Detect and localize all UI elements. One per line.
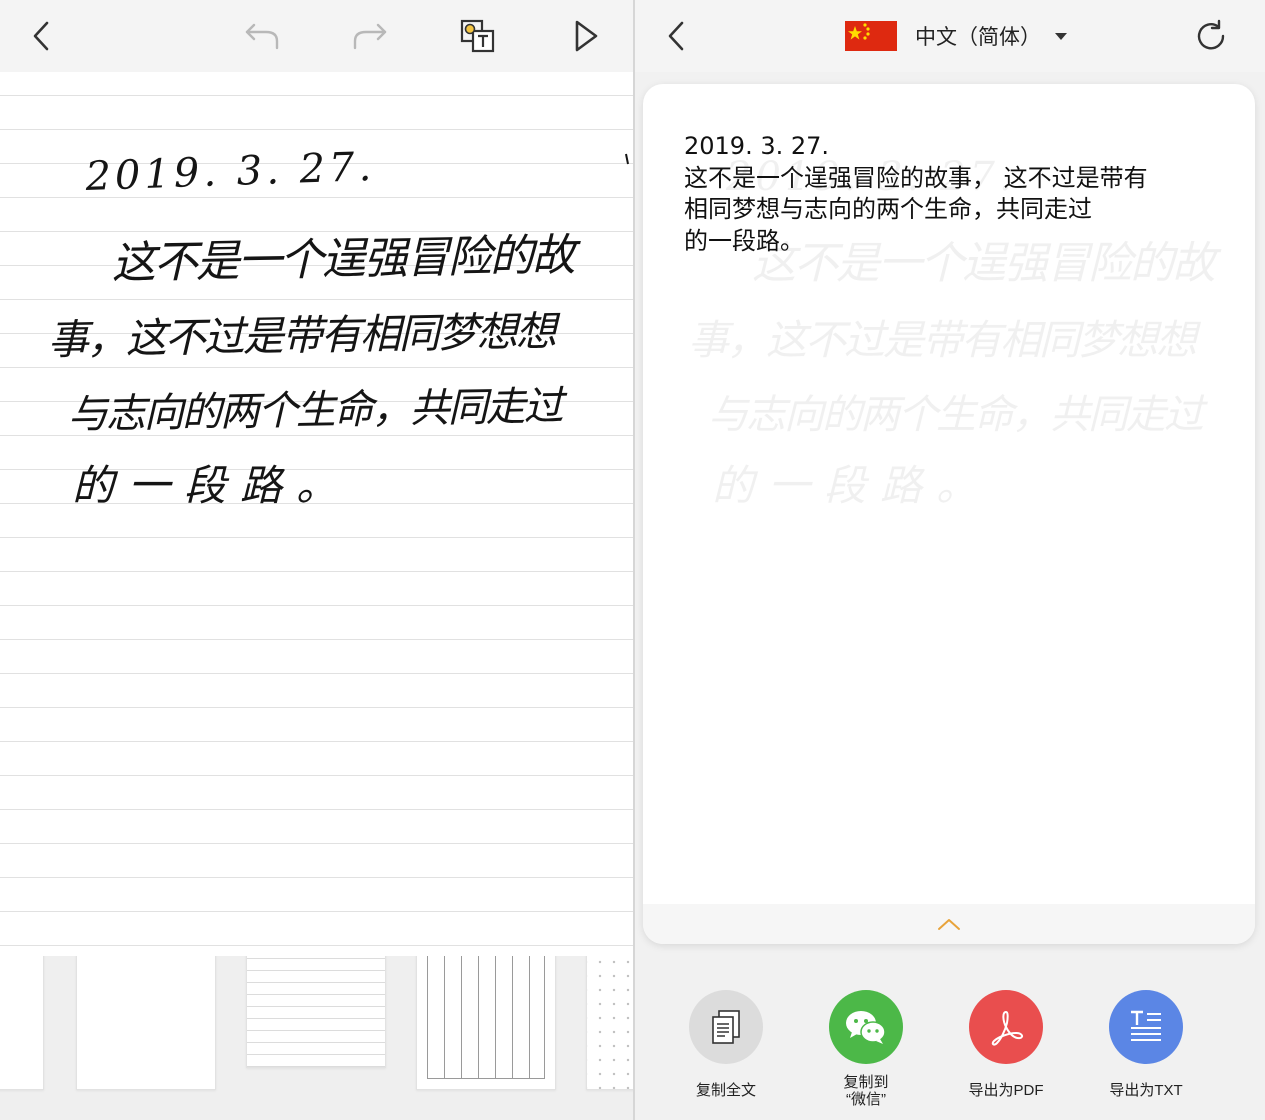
ocr-recognize-button[interactable] (456, 14, 500, 58)
result-back-button[interactable] (655, 14, 699, 58)
back-icon (668, 21, 684, 51)
handwriting-line-4: 与志向的两个生命，共同走过 (67, 383, 569, 438)
copy-all-label: 复制全文 (695, 1082, 756, 1099)
handwriting-line-1: 2019. 3. 27. (84, 144, 376, 200)
editor-pane: 2019. 3. 27. 这不是一个逞强冒险的故 事，这不过是带有相同梦想想 与… (0, 0, 633, 1120)
refresh-button[interactable] (1189, 14, 1233, 58)
handwriting-line-3: 事，这不过是带有相同梦想想 (47, 307, 562, 364)
copy-all-button[interactable]: 复制全文 (656, 990, 796, 1099)
wechat-icon (846, 1011, 886, 1044)
copy-all-circle (689, 990, 763, 1064)
refresh-icon (1197, 19, 1225, 50)
play-icon (575, 20, 598, 52)
export-txt-circle (1109, 990, 1183, 1064)
paper-template-strip (0, 956, 633, 1120)
redo-icon (353, 23, 387, 50)
back-icon (33, 21, 49, 51)
handwriting-line-2: 这不是一个逞强冒险的故 (111, 230, 582, 289)
export-txt-label: 导出为TXT (1109, 1082, 1183, 1099)
result-toolbar: 中文（简体） (635, 0, 1265, 72)
expand-handle[interactable] (643, 904, 1255, 944)
blank-template[interactable] (76, 956, 216, 1090)
svg-text:与志向的两个生命，共同走过: 与志向的两个生命，共同走过 (708, 392, 1209, 438)
undo-icon (245, 23, 279, 50)
svg-text:的一段路。: 的一段路。 (712, 461, 992, 510)
ocr-result-card: 2019. 3. 27. 这不是一个逞强冒险的故 事，这不过是带有相同梦想想 与… (643, 84, 1255, 944)
copy-to-wechat-button[interactable]: 复制到 “微信” (796, 990, 936, 1108)
copy-to-wechat-label: 复制到 “微信” (843, 1074, 889, 1108)
export-pdf-button[interactable]: 导出为PDF (936, 990, 1076, 1099)
copy-to-wechat-circle (829, 990, 903, 1064)
svg-text:事，这不过是带有相同梦想想: 事，这不过是带有相同梦想想 (688, 316, 1202, 364)
export-txt-button[interactable]: 导出为TXT (1076, 990, 1216, 1099)
dotted-template[interactable] (586, 956, 633, 1090)
editor-toolbar (0, 0, 633, 72)
recognized-text[interactable]: 2019. 3. 27. 这不是一个逞强冒险的故事， 这不过是带有 相同梦想与志… (684, 131, 1224, 257)
txt-document-icon (1131, 1010, 1161, 1041)
undo-button[interactable] (240, 14, 284, 58)
china-flag-icon (845, 21, 897, 51)
copy-document-icon (712, 1010, 740, 1044)
template-card-partial[interactable] (0, 956, 44, 1090)
lined-template[interactable] (246, 956, 386, 1068)
language-selector[interactable]: 中文（简体） (845, 18, 1067, 54)
handwriting-strokes: 2019. 3. 27. 这不是一个逞强冒险的故 事，这不过是带有相同梦想想 与… (47, 144, 629, 510)
redo-button[interactable] (348, 14, 392, 58)
language-label: 中文（简体） (915, 26, 1041, 49)
handwriting-canvas[interactable]: 2019. 3. 27. 这不是一个逞强冒险的故 事，这不过是带有相同梦想想 与… (0, 72, 633, 956)
play-button[interactable] (564, 14, 608, 58)
back-button[interactable] (20, 14, 64, 58)
export-pdf-label: 导出为PDF (968, 1082, 1044, 1099)
grid-template[interactable] (416, 956, 556, 1090)
ocr-recognize-icon (460, 19, 495, 53)
pdf-icon (991, 1011, 1024, 1046)
handwriting-line-5: 的一段路。 (72, 461, 352, 510)
dropdown-caret-icon (1055, 32, 1067, 40)
ocr-result-pane: 中文（简体） 2019. 3. 27. 这不是一个逞强冒险的故 事，这不过是带有… (635, 0, 1265, 1120)
export-pdf-circle (969, 990, 1043, 1064)
grid-template-preview (427, 956, 545, 1079)
chevron-up-icon (938, 919, 960, 930)
